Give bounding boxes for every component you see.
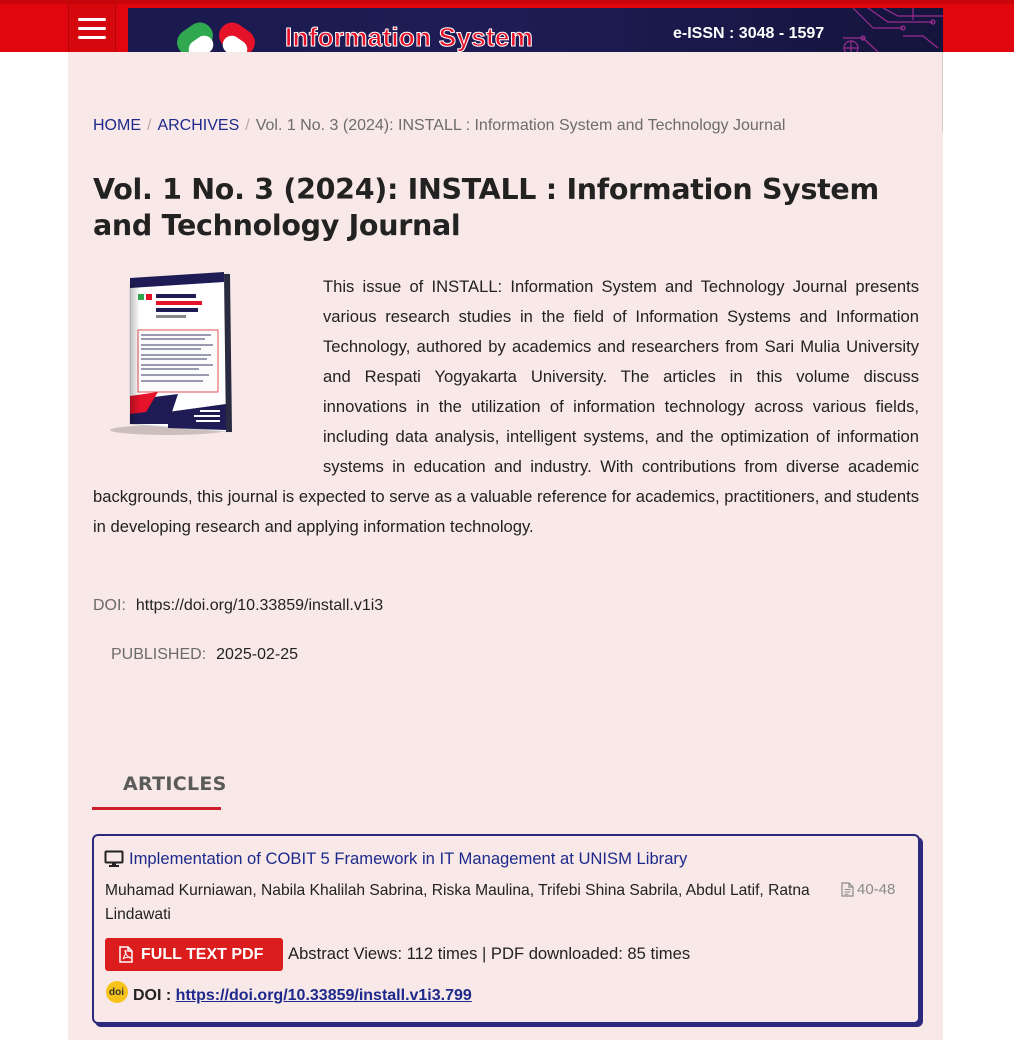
article-pages-value: 40-48	[857, 881, 896, 898]
page-title: Vol. 1 No. 3 (2024): INSTALL : Informati…	[93, 173, 879, 242]
breadcrumb-home-link[interactable]: HOME	[93, 117, 141, 134]
menu-button[interactable]	[68, 4, 116, 52]
published-date: 2025-02-25	[216, 646, 298, 663]
journal-logo-icon	[177, 22, 255, 52]
doi-value: https://doi.org/10.33859/install.v1i3	[135, 597, 384, 614]
breadcrumb-archives-link[interactable]: ARCHIVES	[157, 117, 239, 134]
issue-doi: DOI: https://doi.org/10.33859/install.v1i…	[93, 596, 383, 616]
journal-banner[interactable]: Information System e-ISSN : 3048 - 1597	[128, 8, 943, 52]
circuit-decoration-icon	[843, 8, 943, 52]
full-text-pdf-label: FULL TEXT PDF	[141, 945, 264, 963]
tab-active-indicator	[92, 807, 221, 810]
article-doi-link[interactable]: https://doi.org/10.33859/install.v1i3.79…	[176, 987, 472, 1004]
article-pages: 40-48	[841, 880, 895, 900]
issue-published: PUBLISHED: 2025-02-25	[111, 645, 298, 665]
issue-cover-image[interactable]	[108, 272, 238, 438]
breadcrumb-separator: /	[245, 117, 250, 134]
article-title-link[interactable]: Implementation of COBIT 5 Framework in I…	[129, 849, 687, 869]
svg-text:doi: doi	[109, 987, 124, 998]
doi-badge-icon: doi	[106, 981, 128, 1003]
breadcrumb: HOME / ARCHIVES / Vol. 1 No. 3 (2024): INSTA…	[93, 116, 785, 136]
article-stats: Abstract Views: 112 times | PDF download…	[288, 944, 691, 963]
breadcrumb-separator: /	[147, 117, 152, 134]
article-doi-label: DOI :	[133, 987, 172, 1004]
banner-title: Information System	[284, 22, 534, 53]
article-authors: Muhamad Kurniawan, Nabila Khalilah Sabri…	[105, 882, 810, 923]
article-doi: DOI : https://doi.org/10.33859/install.v…	[133, 986, 472, 1006]
issn-text: e-ISSN : 3048 - 1597	[673, 25, 825, 42]
panel-divider	[942, 52, 943, 132]
file-text-icon	[841, 882, 854, 897]
tab-articles[interactable]: ARTICLES	[123, 772, 227, 796]
published-label: PUBLISHED:	[111, 646, 207, 663]
pdf-file-icon	[119, 946, 133, 963]
breadcrumb-current: Vol. 1 No. 3 (2024): INSTALL : Informati…	[255, 117, 786, 134]
doi-label: DOI:	[93, 597, 126, 614]
monitor-icon	[104, 850, 124, 867]
full-text-pdf-button[interactable]: FULL TEXT PDF	[105, 938, 283, 971]
hamburger-icon	[78, 17, 106, 21]
